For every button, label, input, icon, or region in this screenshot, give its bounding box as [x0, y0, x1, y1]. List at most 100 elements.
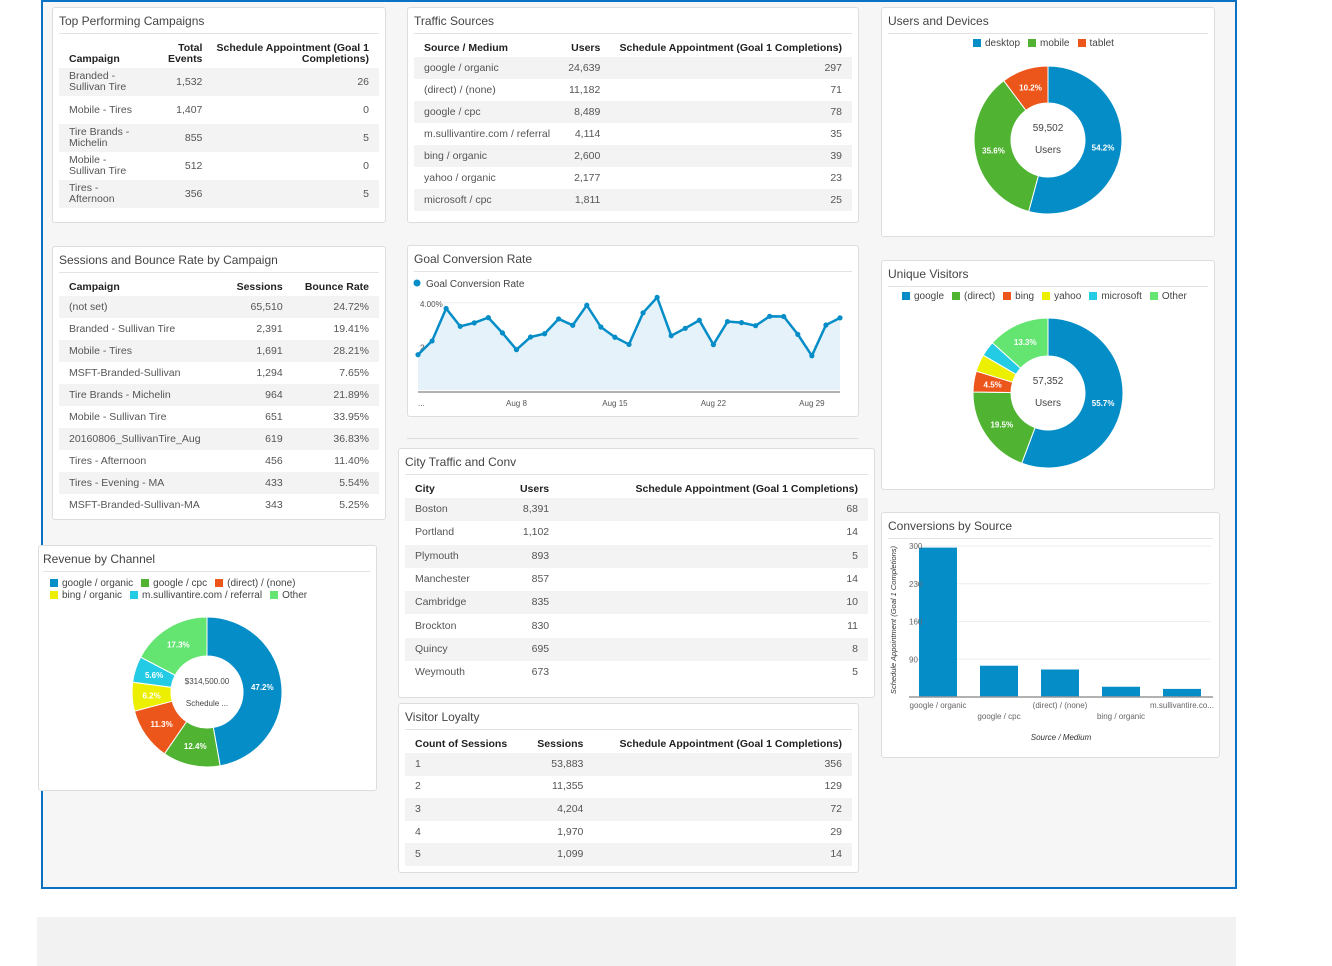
table-cell[interactable]: Weymouth [405, 661, 503, 684]
data-point[interactable] [795, 331, 801, 338]
data-point[interactable] [781, 313, 787, 320]
table-cell[interactable]: Branded - Sullivan Tire [59, 68, 149, 96]
data-point[interactable] [485, 315, 491, 321]
table-cell[interactable]: google / organic [414, 57, 563, 79]
column-header[interactable]: Total Events [149, 40, 212, 68]
column-header[interactable]: City [405, 481, 503, 498]
table-cell[interactable]: bing / organic [414, 145, 563, 167]
bar[interactable] [1163, 688, 1201, 697]
table-cell[interactable]: Portland [405, 521, 503, 544]
column-header[interactable]: Campaign [59, 279, 226, 296]
table-cell[interactable]: Mobile - Tires [59, 340, 226, 362]
table-cell[interactable]: Tires - Evening - MA [59, 472, 226, 494]
legend-item[interactable]: google [902, 291, 944, 303]
legend-item[interactable]: m.sullivantire.com / referral [130, 590, 262, 602]
data-point[interactable] [837, 315, 843, 321]
table-cell[interactable]: Branded - Sullivan Tire [59, 318, 226, 340]
legend-item[interactable]: mobile [1028, 38, 1070, 50]
data-point[interactable] [710, 342, 716, 348]
data-point[interactable] [542, 331, 548, 337]
data-point[interactable] [471, 320, 477, 326]
table-cell[interactable]: Tires - Afternoon [59, 180, 149, 208]
legend-item[interactable]: (direct) [952, 291, 995, 303]
legend-item[interactable]: Other [1149, 291, 1187, 303]
legend-item[interactable]: tablet [1077, 38, 1114, 50]
table-cell[interactable]: (not set) [59, 296, 226, 318]
table-cell[interactable]: 3 [405, 798, 528, 821]
data-point[interactable] [457, 323, 463, 329]
data-point[interactable] [570, 322, 576, 328]
column-header[interactable]: Count of Sessions [405, 736, 528, 753]
table-cell[interactable]: google / cpc [414, 101, 563, 123]
data-point[interactable] [499, 330, 505, 336]
data-point[interactable] [612, 334, 618, 340]
column-header[interactable]: Schedule Appointment (Goal 1 Completions… [559, 481, 868, 498]
data-point[interactable] [626, 341, 632, 348]
bar[interactable] [919, 547, 957, 697]
table-cell[interactable]: yahoo / organic [414, 167, 563, 189]
table-cell[interactable]: 20160806_SullivanTire_Aug [59, 428, 226, 450]
data-point[interactable] [724, 318, 731, 325]
table-cell[interactable]: Quincy [405, 638, 503, 661]
data-point[interactable] [738, 320, 745, 326]
table-cell[interactable]: (direct) / (none) [414, 79, 563, 101]
data-point[interactable] [429, 338, 435, 344]
column-header[interactable]: Schedule Appointment (Goal 1 Completions… [212, 40, 379, 68]
column-header[interactable]: Users [563, 40, 610, 57]
table-cell[interactable]: Mobile - Tires [59, 96, 149, 124]
table-cell[interactable]: Tire Brands - Michelin [59, 384, 226, 406]
table-cell[interactable]: Cambridge [405, 591, 503, 614]
legend-item[interactable]: microsoft [1089, 291, 1142, 303]
legend-item[interactable]: google / cpc [141, 578, 207, 590]
table-cell[interactable]: 2 [405, 776, 528, 799]
table-cell[interactable]: Tire Brands - Michelin [59, 124, 149, 152]
bar[interactable] [980, 665, 1018, 697]
data-point[interactable] [767, 313, 773, 319]
table-cell[interactable]: Tires - Afternoon [59, 450, 226, 472]
data-point[interactable] [682, 325, 688, 331]
column-header[interactable]: Users [503, 481, 559, 498]
legend-item[interactable]: bing [1003, 291, 1034, 303]
column-header[interactable]: Campaign [59, 40, 149, 68]
legend-item[interactable]: bing / organic [50, 590, 122, 602]
column-header[interactable]: Source / Medium [414, 40, 563, 57]
data-point[interactable] [809, 353, 815, 359]
data-point[interactable] [443, 305, 449, 312]
data-point[interactable] [823, 322, 829, 328]
table-cell[interactable]: Boston [405, 498, 503, 521]
table-cell[interactable]: m.sullivantire.com / referral [414, 123, 563, 145]
legend-item[interactable]: desktop [973, 38, 1020, 50]
table-cell[interactable]: 4 [405, 821, 528, 844]
table-cell[interactable]: Plymouth [405, 545, 503, 568]
column-header[interactable]: Sessions [226, 279, 292, 296]
table-cell[interactable]: Mobile - Sullivan Tire [59, 152, 149, 180]
data-point[interactable] [598, 324, 604, 330]
data-point[interactable] [668, 333, 674, 339]
bar[interactable] [1102, 686, 1140, 697]
column-header[interactable]: Sessions [528, 736, 594, 753]
data-point[interactable] [556, 316, 562, 322]
legend-item[interactable]: Other [270, 590, 307, 602]
column-header[interactable]: Bounce Rate [293, 279, 379, 296]
legend-item[interactable]: (direct) / (none) [215, 578, 295, 590]
data-point[interactable] [640, 310, 646, 316]
table-cell[interactable]: Brockton [405, 614, 503, 637]
data-point[interactable] [415, 352, 421, 358]
data-point[interactable] [513, 347, 520, 353]
data-point[interactable] [654, 294, 660, 300]
table-cell[interactable]: microsoft / cpc [414, 189, 563, 211]
data-point[interactable] [527, 334, 534, 340]
table-cell[interactable]: MSFT-Branded-Sullivan [59, 362, 226, 384]
table-cell[interactable]: 1 [405, 753, 528, 776]
data-point[interactable] [753, 323, 759, 329]
data-point[interactable] [584, 302, 590, 308]
table-cell[interactable]: Mobile - Sullivan Tire [59, 406, 226, 428]
legend-item[interactable]: yahoo [1042, 291, 1081, 303]
table-cell[interactable]: MSFT-Branded-Sullivan-MA [59, 494, 226, 516]
column-header[interactable]: Schedule Appointment (Goal 1 Completions… [610, 40, 852, 57]
column-header[interactable]: Schedule Appointment (Goal 1 Completions… [593, 736, 852, 753]
table-cell[interactable]: Manchester [405, 568, 503, 591]
data-point[interactable] [696, 317, 702, 323]
legend-item[interactable]: google / organic [50, 578, 133, 590]
table-cell[interactable]: 5 [405, 843, 528, 866]
